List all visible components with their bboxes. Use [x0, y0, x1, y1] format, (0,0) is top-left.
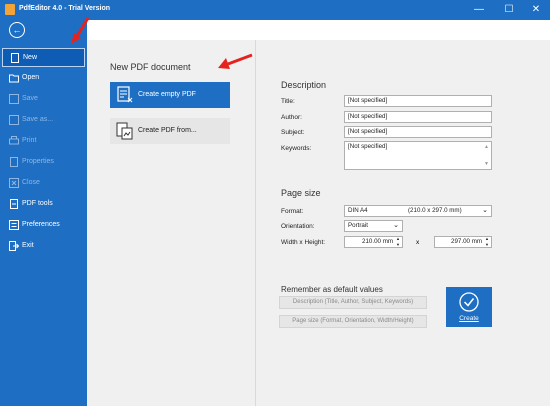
- sidebar-item-label: Open: [22, 74, 40, 81]
- red-arrow-icon: [218, 53, 253, 69]
- scroll-up-icon[interactable]: ▲: [484, 142, 489, 152]
- pdf-from-file-icon: [116, 122, 133, 140]
- save-pagesize-default-button[interactable]: Page size (Format, Orientation, Width/He…: [279, 315, 427, 328]
- new-pdf-title: New PDF document: [110, 62, 191, 72]
- sidebar-item-label: Save: [22, 95, 38, 102]
- keywords-value: [Not specified]: [348, 143, 388, 150]
- save-description-default-button[interactable]: Description (Title, Author, Subject, Key…: [279, 296, 427, 309]
- create-empty-pdf-label: Create empty PDF: [138, 91, 196, 98]
- stepper-arrows-icon[interactable]: ▲ ▼: [396, 236, 400, 248]
- description-title: Description: [281, 80, 327, 90]
- height-value: 297.00 mm: [451, 238, 482, 245]
- author-label: Author:: [281, 114, 302, 121]
- width-height-label: Width x Height:: [281, 239, 326, 246]
- create-button[interactable]: Create: [446, 287, 492, 327]
- new-document-icon: [11, 53, 19, 63]
- sidebar: ← New Open Save Save as... Print Propert…: [0, 20, 87, 406]
- format-select[interactable]: DIN A4 (210.0 x 297.0 mm) ⌄: [344, 205, 492, 217]
- sidebar-item-save[interactable]: Save: [2, 90, 85, 109]
- minimize-button[interactable]: —: [465, 0, 493, 20]
- width-value: 210.00 mm: [362, 238, 393, 245]
- create-pdf-from-button[interactable]: Create PDF from...: [110, 118, 230, 144]
- app-icon: [5, 4, 15, 15]
- red-arrow-icon: [71, 17, 90, 44]
- window-title: PdfEditor 4.0 - Trial Version: [19, 5, 111, 12]
- back-arrow-icon[interactable]: ←: [9, 22, 25, 38]
- panel-divider: [255, 40, 256, 406]
- title-field[interactable]: [Not specified]: [344, 95, 492, 107]
- sidebar-item-label: Preferences: [22, 221, 60, 228]
- sidebar-item-open[interactable]: Open: [2, 69, 85, 88]
- sidebar-item-label: New: [23, 54, 38, 61]
- height-stepper[interactable]: 297.00 mm ▲ ▼: [434, 236, 492, 248]
- sidebar-item-label: Close: [22, 179, 40, 186]
- preferences-icon: [9, 220, 19, 230]
- sidebar-item-label: Properties: [22, 158, 54, 165]
- orientation-label: Orientation:: [281, 223, 315, 230]
- close-window-button[interactable]: ✕: [522, 0, 550, 20]
- chevron-down-icon: ⌄: [482, 207, 488, 214]
- orientation-select[interactable]: Portrait ⌄: [344, 220, 403, 232]
- subject-label: Subject:: [281, 129, 305, 136]
- exit-icon: [9, 241, 19, 251]
- sidebar-item-preferences[interactable]: Preferences: [2, 216, 85, 235]
- maximize-button[interactable]: ☐: [495, 0, 523, 20]
- folder-open-icon: [9, 74, 19, 83]
- tools-icon: [10, 199, 18, 209]
- title-label: Title:: [281, 98, 295, 105]
- save-as-icon: [9, 115, 19, 125]
- defaults-title: Remember as default values: [281, 285, 383, 294]
- format-value: DIN A4: [348, 207, 368, 214]
- printer-icon: [9, 136, 19, 145]
- properties-icon: [10, 157, 18, 167]
- sidebar-item-new[interactable]: New: [2, 48, 85, 67]
- sidebar-item-close[interactable]: Close: [2, 174, 85, 193]
- sidebar-item-label: Print: [22, 137, 37, 144]
- keywords-label: Keywords:: [281, 145, 312, 152]
- format-label: Format:: [281, 208, 304, 215]
- create-pdf-from-label: Create PDF from...: [138, 127, 197, 134]
- scroll-down-icon[interactable]: ▼: [484, 159, 489, 169]
- sidebar-item-pdf-tools[interactable]: PDF tools: [2, 195, 85, 214]
- sidebar-item-label: Save as...: [22, 116, 54, 123]
- times-separator: x: [416, 239, 420, 246]
- create-label: Create: [459, 315, 479, 322]
- chevron-down-icon: ⌄: [393, 222, 399, 229]
- sidebar-item-save-as[interactable]: Save as...: [2, 111, 85, 130]
- close-document-icon: [9, 178, 19, 188]
- save-icon: [9, 94, 19, 104]
- orientation-value: Portrait: [348, 222, 368, 229]
- new-pdf-icon: [117, 86, 133, 103]
- stepper-arrows-icon[interactable]: ▲ ▼: [485, 236, 489, 248]
- width-stepper[interactable]: 210.00 mm ▲ ▼: [344, 236, 403, 248]
- sidebar-item-print[interactable]: Print: [2, 132, 85, 151]
- create-empty-pdf-button[interactable]: Create empty PDF: [110, 82, 230, 108]
- page-size-title: Page size: [281, 188, 321, 198]
- sidebar-item-label: PDF tools: [22, 200, 53, 207]
- subject-field[interactable]: [Not specified]: [344, 126, 492, 138]
- sidebar-item-label: Exit: [22, 242, 34, 249]
- checkmark-icon: [459, 292, 479, 312]
- format-dimensions: (210.0 x 297.0 mm): [408, 207, 462, 214]
- keywords-field[interactable]: [Not specified] ▲ ▼: [344, 141, 492, 170]
- author-field[interactable]: [Not specified]: [344, 111, 492, 123]
- sidebar-item-properties[interactable]: Properties: [2, 153, 85, 172]
- sidebar-item-exit[interactable]: Exit: [2, 237, 85, 256]
